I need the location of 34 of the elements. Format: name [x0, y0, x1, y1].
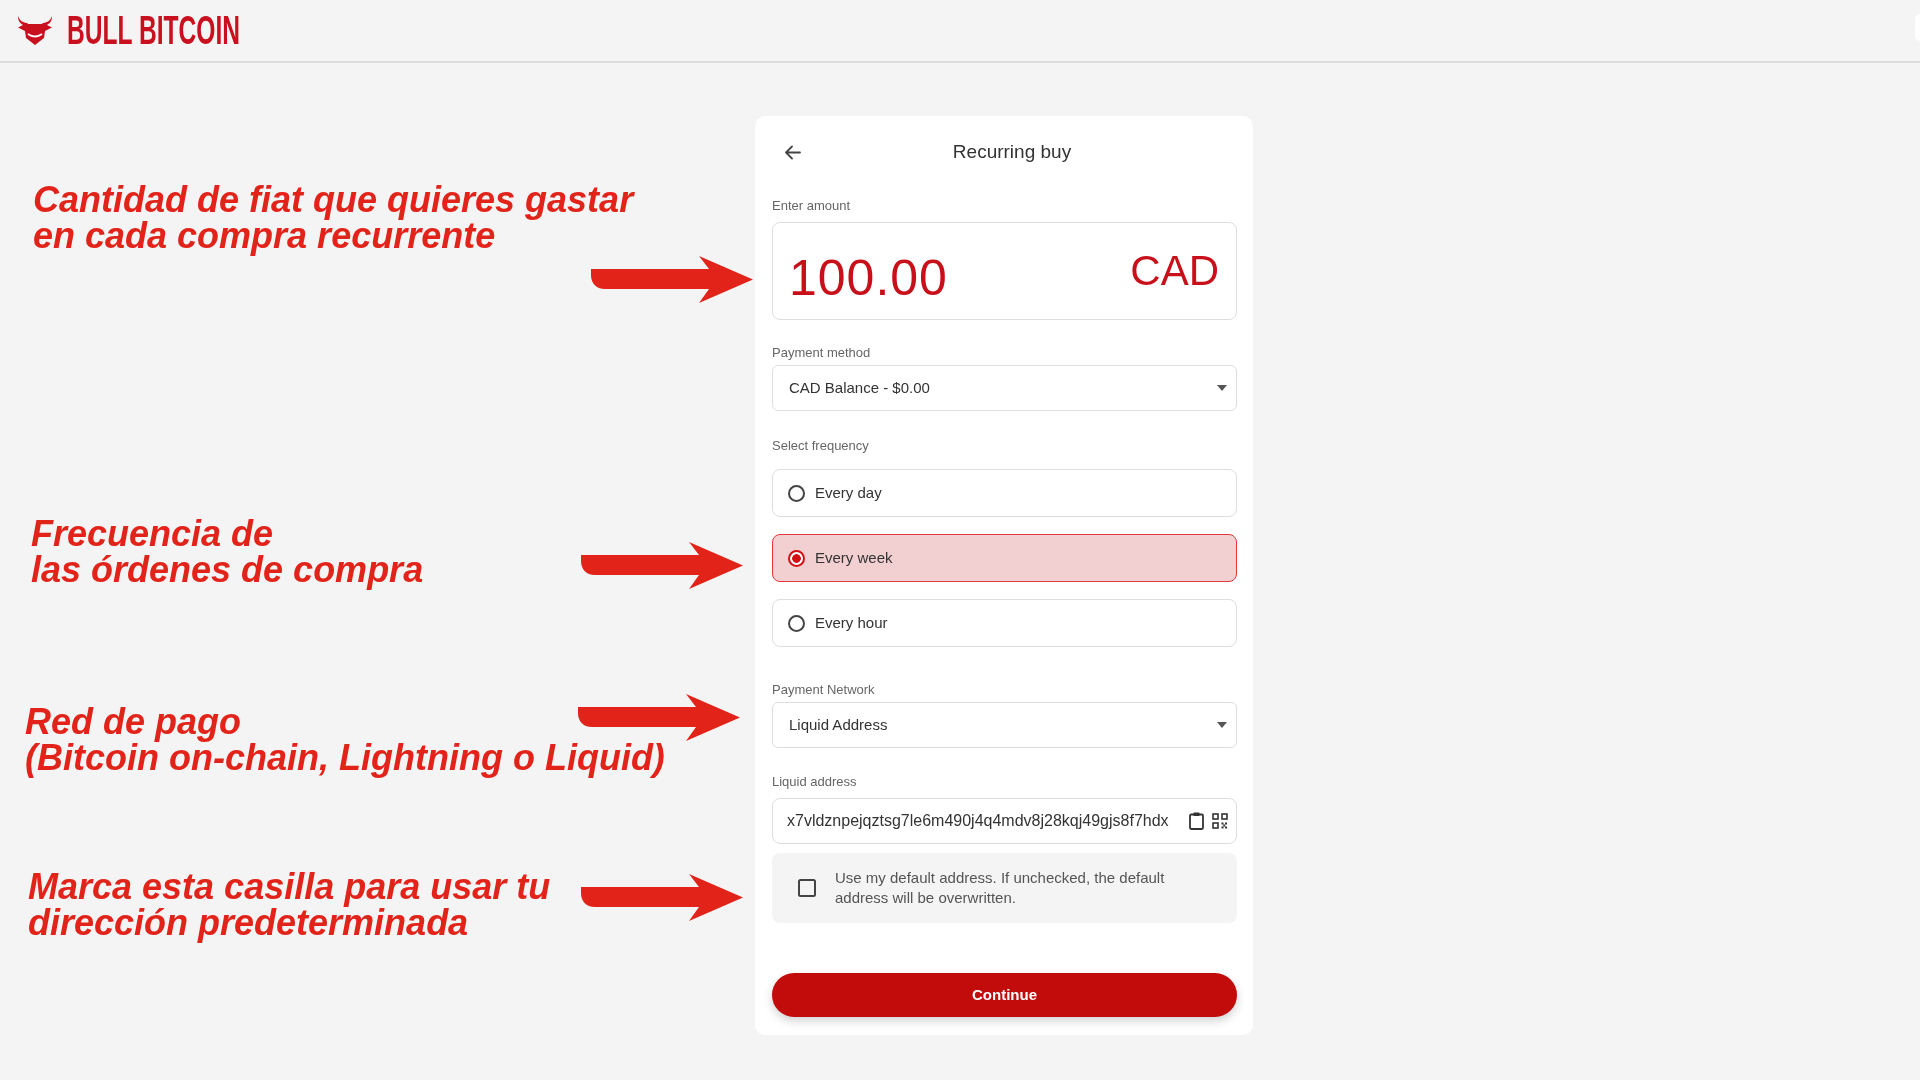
arrow-icon [578, 694, 740, 741]
bull-head-icon [17, 15, 53, 46]
frequency-option[interactable]: Every hour [772, 599, 1237, 647]
radio-button[interactable] [788, 614, 805, 632]
annotation-text: Frecuencia de las órdenes de compra [31, 516, 424, 588]
payment-method-dropdown[interactable]: CAD Balance - $0.00 [772, 365, 1237, 411]
frequency-option[interactable]: Every day [772, 469, 1237, 517]
checkbox[interactable] [798, 879, 816, 897]
back-arrow-icon[interactable] [784, 144, 801, 160]
field-label: Payment method [772, 345, 872, 361]
payment-network-dropdown[interactable]: Liquid Address [772, 702, 1237, 748]
address-input[interactable]: x7vldznpejqztsg7le6m490j4q4mdv8j28kqj49gjs8f7hdx [772, 798, 1237, 844]
field-label: Enter amount [772, 198, 852, 214]
arrow-icon [581, 874, 743, 921]
caret-icon [1217, 385, 1227, 391]
annotation-text: Marca esta casilla para usar tu dirección predeterminada [28, 869, 551, 941]
qr-code-icon[interactable] [1212, 813, 1228, 829]
radio-button[interactable] [788, 549, 805, 567]
field-label: Payment Network [772, 682, 876, 698]
field-label: Liquid address [772, 774, 858, 790]
continue-button[interactable]: Continue [772, 973, 1237, 1017]
arrow-icon [581, 542, 743, 589]
clipboard-icon[interactable] [1189, 812, 1204, 830]
brand-name: BULL BITCOIN [67, 10, 241, 51]
form-title: Recurring buy [951, 139, 1073, 164]
radio-button[interactable] [788, 484, 805, 502]
annotation-text: Cantidad de fiat que quieres gastar en cada compra recurrente [33, 182, 634, 254]
frequency-option[interactable]: Every week [772, 534, 1237, 582]
caret-icon [1217, 722, 1227, 728]
annotation-text: Red de pago (Bitcoin on-chain, Lightning o Liquid) [25, 704, 665, 776]
arrow-icon [591, 256, 753, 303]
currency-label: CAD [1130, 250, 1219, 292]
checkbox-label: Use my default address. If unchecked, the default address will be overwritten. [835, 868, 1166, 908]
field-label: Select frequency [772, 438, 870, 454]
